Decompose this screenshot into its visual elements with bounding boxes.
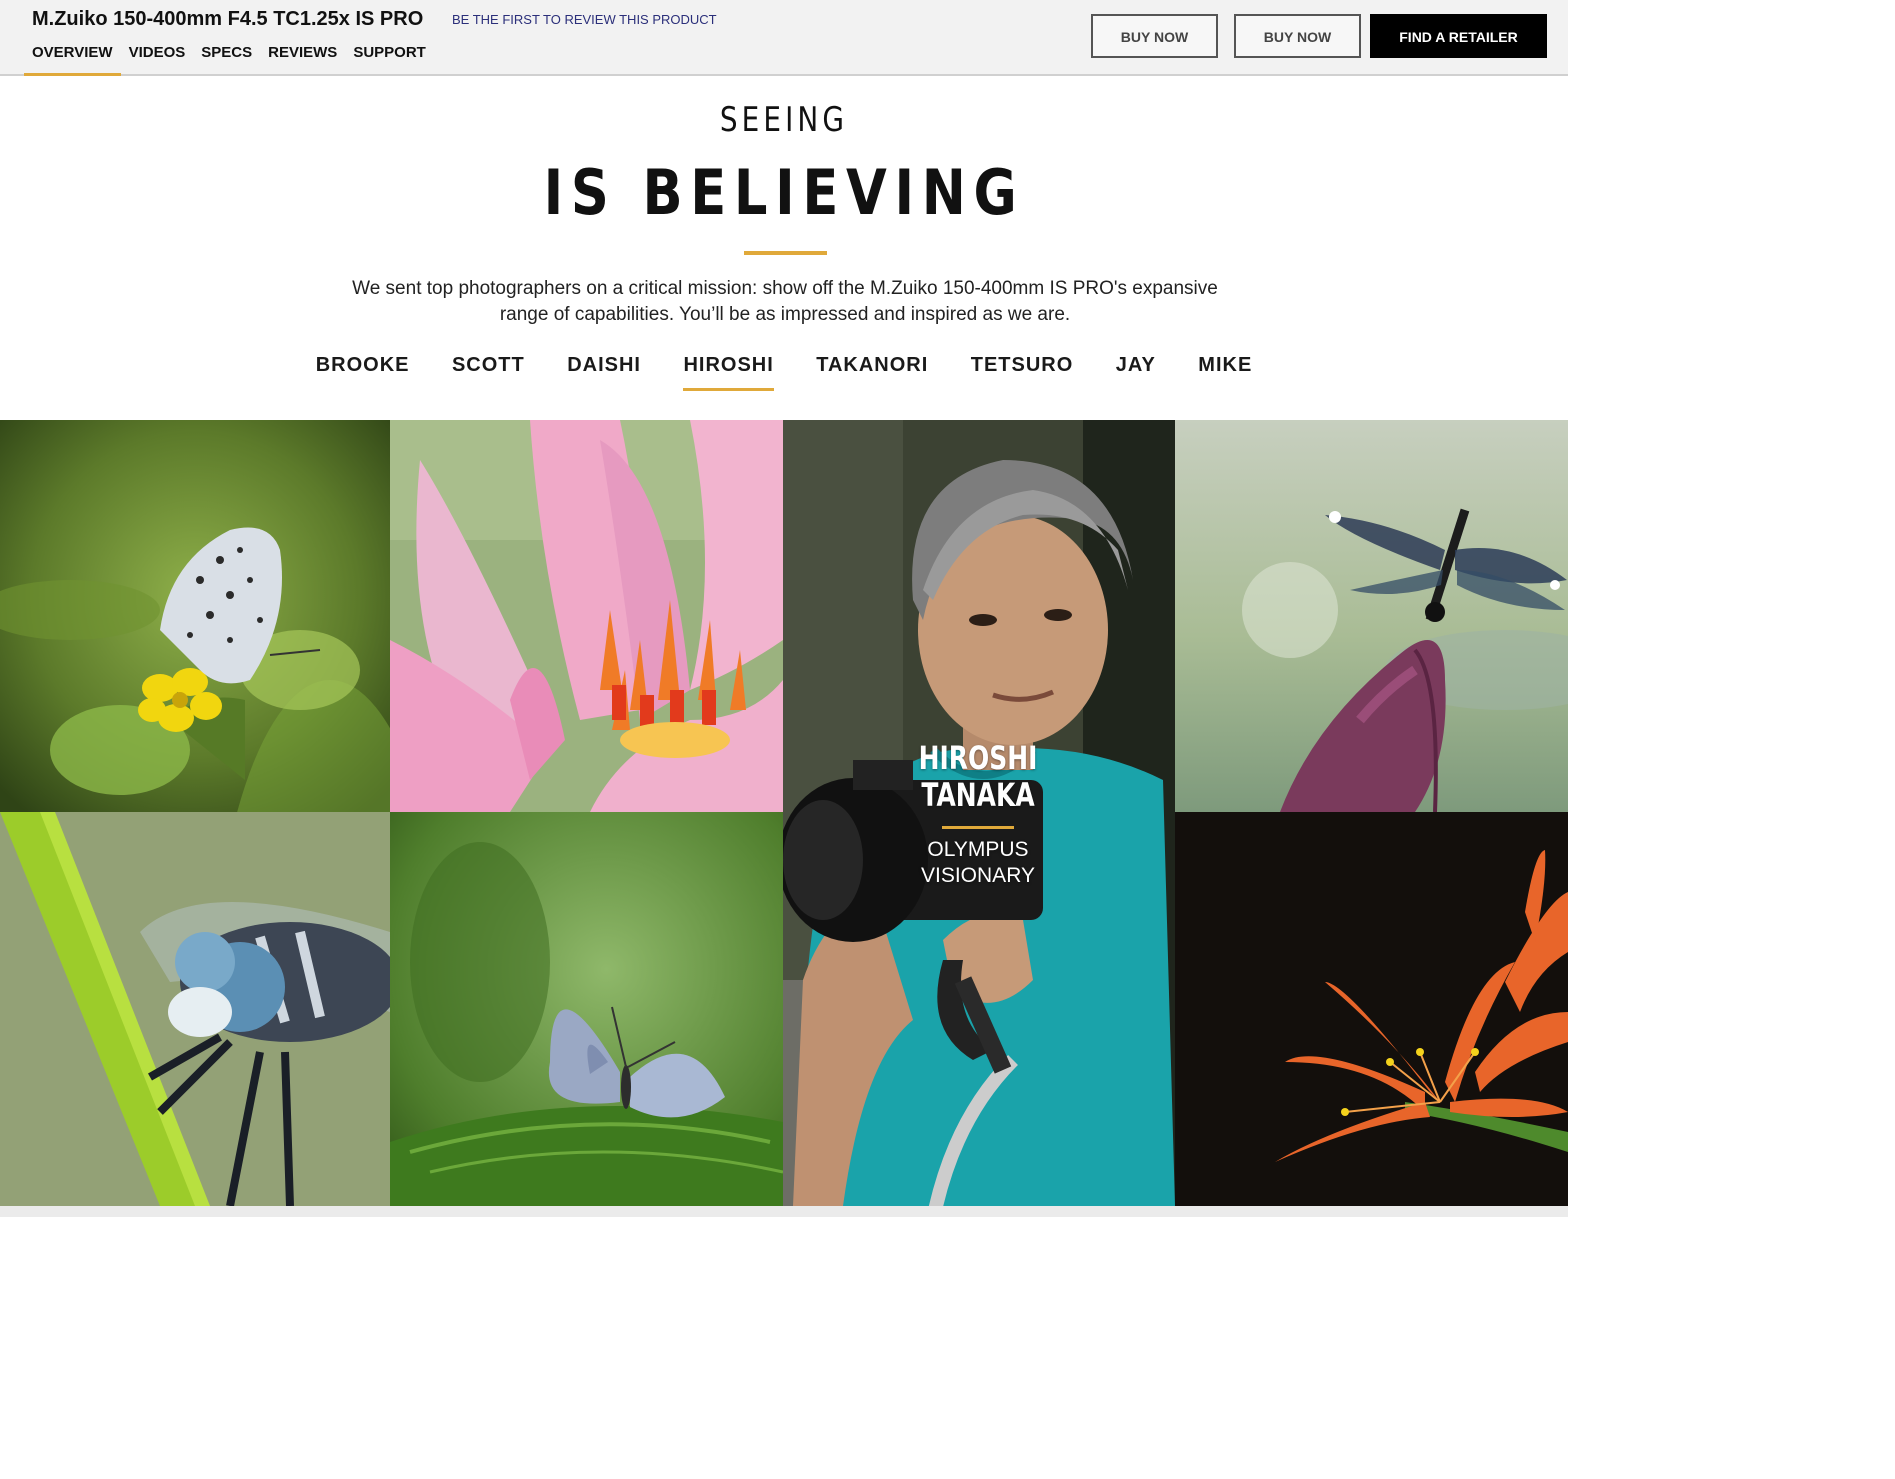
tab-overview[interactable]: OVERVIEW [24,42,121,76]
buy-now-button-1[interactable]: BUY NOW [1091,14,1218,58]
photographer-role-line-1: OLYMPUS [927,838,1029,861]
heading-seeing: SEEING [719,100,849,140]
photographer-tab-mike[interactable]: MIKE [1198,354,1252,391]
featured-photographer-card: HIROSHI TANAKA OLYMPUS VISIONARY [900,740,1056,889]
photographer-tab-tetsuro[interactable]: TETSURO [971,354,1074,391]
photographer-tab-hiroshi[interactable]: HIROSHI [683,354,775,391]
intro-line-2: range of capabilities. You’ll be as impr… [499,304,1071,325]
tab-reviews[interactable]: REVIEWS [260,42,345,74]
photographer-tab-jay[interactable]: JAY [1116,354,1156,391]
tab-specs[interactable]: SPECS [193,42,260,74]
heading-is-believing: IS BELIEVING [543,156,1025,229]
product-header: M.Zuiko 150-400mm F4.5 TC1.25x IS PRO BE… [0,0,1568,76]
section-divider-strip [0,1206,1568,1217]
photographer-last-name: TANAKA [921,776,1035,814]
photo-pink-water-lily[interactable] [390,420,783,812]
photographer-tab-daishi[interactable]: DAISHI [567,354,641,391]
product-subnav: OVERVIEW VIDEOS SPECS REVIEWS SUPPORT [24,42,434,76]
hero-section: SEEING IS BELIEVING We sent top photogra… [0,78,1568,420]
photo-gallery: HIROSHI TANAKA OLYMPUS VISIONARY [0,420,1568,1206]
intro-text: We sent top photographers on a critical … [350,276,1220,328]
photographer-first-name: HIROSHI [918,739,1038,777]
photo-dragonfly-lotus-bud[interactable] [1175,420,1568,812]
tab-support[interactable]: SUPPORT [345,42,434,74]
photo-dragonfly-grass-blade[interactable] [0,812,390,1206]
find-retailer-button[interactable]: FIND A RETAILER [1370,14,1547,58]
photographer-tab-scott[interactable]: SCOTT [452,354,525,391]
intro-line-1: We sent top photographers on a critical … [352,278,1218,299]
product-title: M.Zuiko 150-400mm F4.5 TC1.25x IS PRO [32,8,424,30]
photo-blue-butterfly-leaf[interactable] [390,812,783,1206]
name-divider [942,826,1014,829]
write-review-link[interactable]: BE THE FIRST TO REVIEW THIS PRODUCT [452,12,717,27]
photo-butterfly-yellow-flower[interactable] [0,420,390,812]
heading-divider [744,251,827,255]
tab-videos[interactable]: VIDEOS [121,42,194,74]
photographer-tab-takanori[interactable]: TAKANORI [816,354,928,391]
photographer-tab-brooke[interactable]: BROOKE [316,354,410,391]
photographer-role-line-2: VISIONARY [921,864,1035,887]
buy-now-button-2[interactable]: BUY NOW [1234,14,1361,58]
photo-orange-spider-lily[interactable] [1175,812,1568,1206]
photographer-tabs: BROOKE SCOTT DAISHI HIROSHI TAKANORI TET… [0,354,1568,391]
